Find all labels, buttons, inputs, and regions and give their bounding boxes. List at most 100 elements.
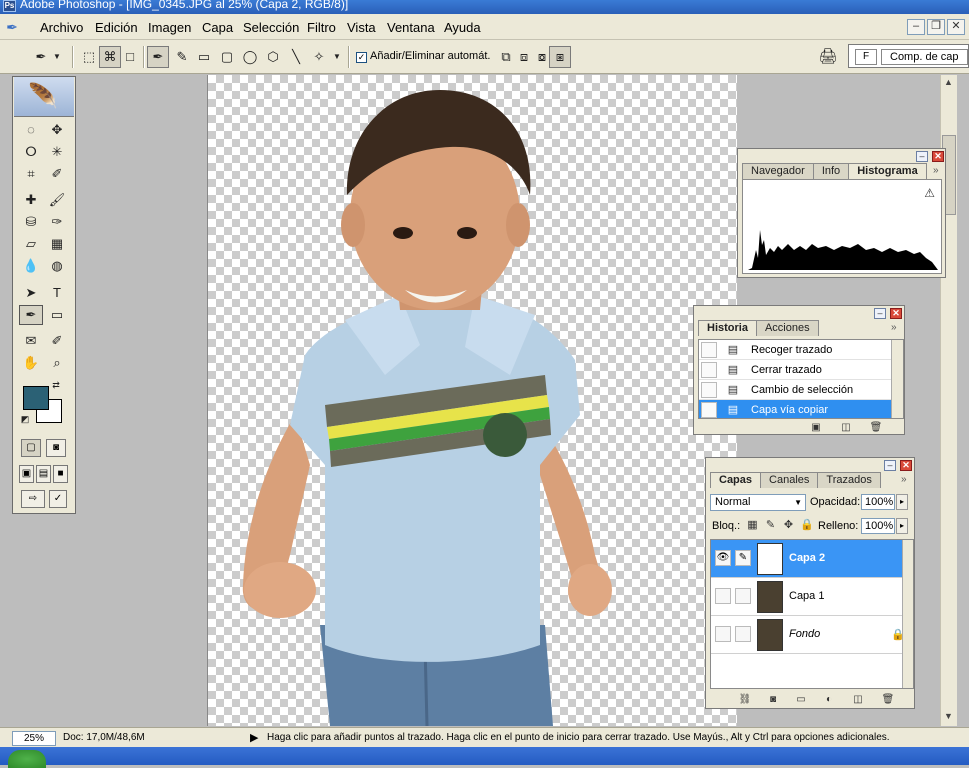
link-layers-icon[interactable]: ⛓ [738, 693, 752, 706]
panel-menu-icon[interactable]: » [891, 322, 897, 333]
shape-tool-icon[interactable]: ▭ [45, 305, 69, 325]
history-item[interactable]: ▤ Cerrar trazado [699, 360, 903, 380]
menu-imagen[interactable]: Imagen [148, 20, 191, 35]
menu-vista[interactable]: Vista [347, 20, 376, 35]
swap-colors-icon[interactable]: ⇄ [49, 379, 63, 391]
type-tool-icon[interactable]: T [45, 283, 69, 303]
menu-seleccion[interactable]: Selección [243, 20, 299, 35]
preset-dropdown-icon[interactable]: ▼ [50, 46, 64, 68]
dodge-tool-icon[interactable]: ◍ [45, 256, 69, 276]
layer-row[interactable]: Fondo 🔒 [711, 616, 913, 654]
auto-add-delete-checkbox[interactable]: ✓ [356, 52, 367, 63]
new-snapshot-icon[interactable]: ◫ [839, 421, 853, 434]
brush-tool-icon[interactable]: 🖌 [45, 190, 69, 210]
screen-mode-full-menu-icon[interactable]: ▤ [36, 465, 51, 483]
add-layer-mask-icon[interactable]: ◙ [766, 693, 780, 706]
new-layer-icon[interactable]: ◫ [851, 693, 865, 706]
blend-mode-select[interactable]: Normal ▼ [710, 494, 806, 511]
menu-capa[interactable]: Capa [202, 20, 233, 35]
brush-link-icon[interactable]: ✎ [735, 550, 751, 566]
screen-mode-standard-icon[interactable]: ▣ [19, 465, 34, 483]
gradient-tool-icon[interactable]: ▦ [45, 234, 69, 254]
fill-input[interactable]: 100% [861, 518, 895, 534]
panel-menu-icon[interactable]: » [933, 165, 939, 176]
standard-mode-icon[interactable]: ▢ [21, 439, 41, 457]
imageready-edit-icon[interactable]: ✓ [49, 490, 67, 508]
lock-position-icon[interactable]: ✥ [782, 519, 795, 532]
panel-minimize-icon[interactable]: – [874, 308, 886, 319]
panel-close-icon[interactable]: ✕ [890, 308, 902, 319]
panel-well-tab-brushes[interactable]: F [855, 49, 877, 65]
close-icon[interactable]: ✕ [947, 19, 965, 35]
polygon-icon[interactable]: ⬡ [262, 46, 284, 68]
foreground-color-swatch[interactable] [23, 386, 49, 410]
freeform-pen-icon[interactable]: ✎ [171, 46, 193, 68]
menu-edicion[interactable]: Edición [95, 20, 138, 35]
tab-acciones[interactable]: Acciones [755, 320, 819, 336]
blur-tool-icon[interactable]: 💧 [19, 256, 43, 276]
eyedropper-tool-icon[interactable]: ✐ [45, 331, 69, 351]
opacity-input[interactable]: 100% [861, 494, 895, 510]
panel-close-icon[interactable]: ✕ [932, 151, 944, 162]
combine-exclude-icon[interactable]: ⧆ [549, 46, 571, 68]
healing-brush-tool-icon[interactable]: ✚ [19, 190, 43, 210]
layers-scrollbar[interactable] [902, 540, 913, 688]
menu-filtro[interactable]: Filtro [307, 20, 336, 35]
panel-close-icon[interactable]: ✕ [900, 460, 912, 471]
zoom-tool-icon[interactable]: ⌕ [45, 353, 69, 373]
history-item-selected[interactable]: ▤ Capa vía copiar [699, 400, 903, 418]
link-toggle[interactable] [735, 588, 751, 604]
menu-archivo[interactable]: Archivo [40, 20, 83, 35]
move-tool-icon[interactable]: ✥ [45, 120, 69, 140]
tab-capas[interactable]: Capas [710, 472, 762, 488]
tab-navegador[interactable]: Navegador [742, 163, 814, 179]
magic-wand-tool-icon[interactable]: ✳ [45, 142, 69, 162]
shape-layers-icon[interactable]: ⬚ [78, 46, 100, 68]
slice-tool-icon[interactable]: ✐ [45, 164, 69, 184]
fill-slider-arrow-icon[interactable]: ▸ [896, 518, 908, 534]
history-snapshot-box[interactable] [701, 342, 717, 358]
panel-minimize-icon[interactable]: – [884, 460, 896, 471]
history-brush-tool-icon[interactable]: ✑ [45, 212, 69, 232]
tab-info[interactable]: Info [812, 163, 850, 179]
start-button[interactable] [8, 750, 46, 768]
minimize-icon[interactable]: – [907, 19, 925, 35]
scroll-up-icon[interactable]: ▲ [944, 77, 953, 87]
lock-all-icon[interactable]: 🔒 [800, 519, 814, 532]
trash-icon[interactable]: 🗑 [869, 421, 883, 434]
history-item[interactable]: ▤ Cambio de selección [699, 380, 903, 400]
file-browser-icon[interactable]: 🖨 [817, 46, 839, 68]
tab-canales[interactable]: Canales [760, 472, 819, 488]
marquee-tool-icon[interactable]: ◌ [19, 120, 43, 140]
scroll-down-icon[interactable]: ▼ [944, 711, 953, 721]
line-icon[interactable]: ╲ [285, 46, 307, 68]
path-selection-tool-icon[interactable]: ➤ [19, 283, 43, 303]
fill-pixels-icon[interactable]: □ [119, 46, 141, 68]
panel-well-tab-layer-comps[interactable]: Comp. de cap [881, 49, 968, 65]
jump-to-imageready-icon[interactable]: ⇨ [21, 490, 45, 508]
new-document-from-state-icon[interactable]: ▣ [809, 421, 823, 434]
history-snapshot-box[interactable] [701, 382, 717, 398]
visibility-toggle[interactable] [715, 626, 731, 642]
history-item[interactable]: ▤ Recoger trazado [699, 340, 903, 360]
link-toggle[interactable] [735, 626, 751, 642]
menu-ventana[interactable]: Ventana [387, 20, 435, 35]
toolbox-header[interactable]: 🪶 [14, 77, 74, 117]
panel-menu-icon[interactable]: » [901, 474, 907, 485]
trash-icon[interactable]: 🗑 [881, 693, 895, 706]
panel-minimize-icon[interactable]: – [916, 151, 928, 162]
custom-shape-icon[interactable]: ✧ [308, 46, 330, 68]
tab-historia[interactable]: Historia [698, 320, 757, 336]
hand-tool-icon[interactable]: ✋ [19, 353, 43, 373]
visibility-toggle[interactable] [715, 588, 731, 604]
new-group-icon[interactable]: ▭ [794, 693, 808, 706]
pen-tool-icon[interactable]: ✒ [147, 46, 169, 68]
warning-icon[interactable]: ⚠ [924, 186, 935, 200]
crop-tool-icon[interactable]: ⌗ [19, 164, 43, 184]
clone-stamp-tool-icon[interactable]: ⛁ [19, 212, 43, 232]
ellipse-icon[interactable]: ◯ [239, 46, 261, 68]
rounded-rectangle-icon[interactable]: ▢ [216, 46, 238, 68]
screen-mode-full-icon[interactable]: ■ [53, 465, 68, 483]
paths-mode-icon[interactable]: ⌘ [99, 46, 121, 68]
eye-icon[interactable]: 👁 [715, 550, 731, 566]
